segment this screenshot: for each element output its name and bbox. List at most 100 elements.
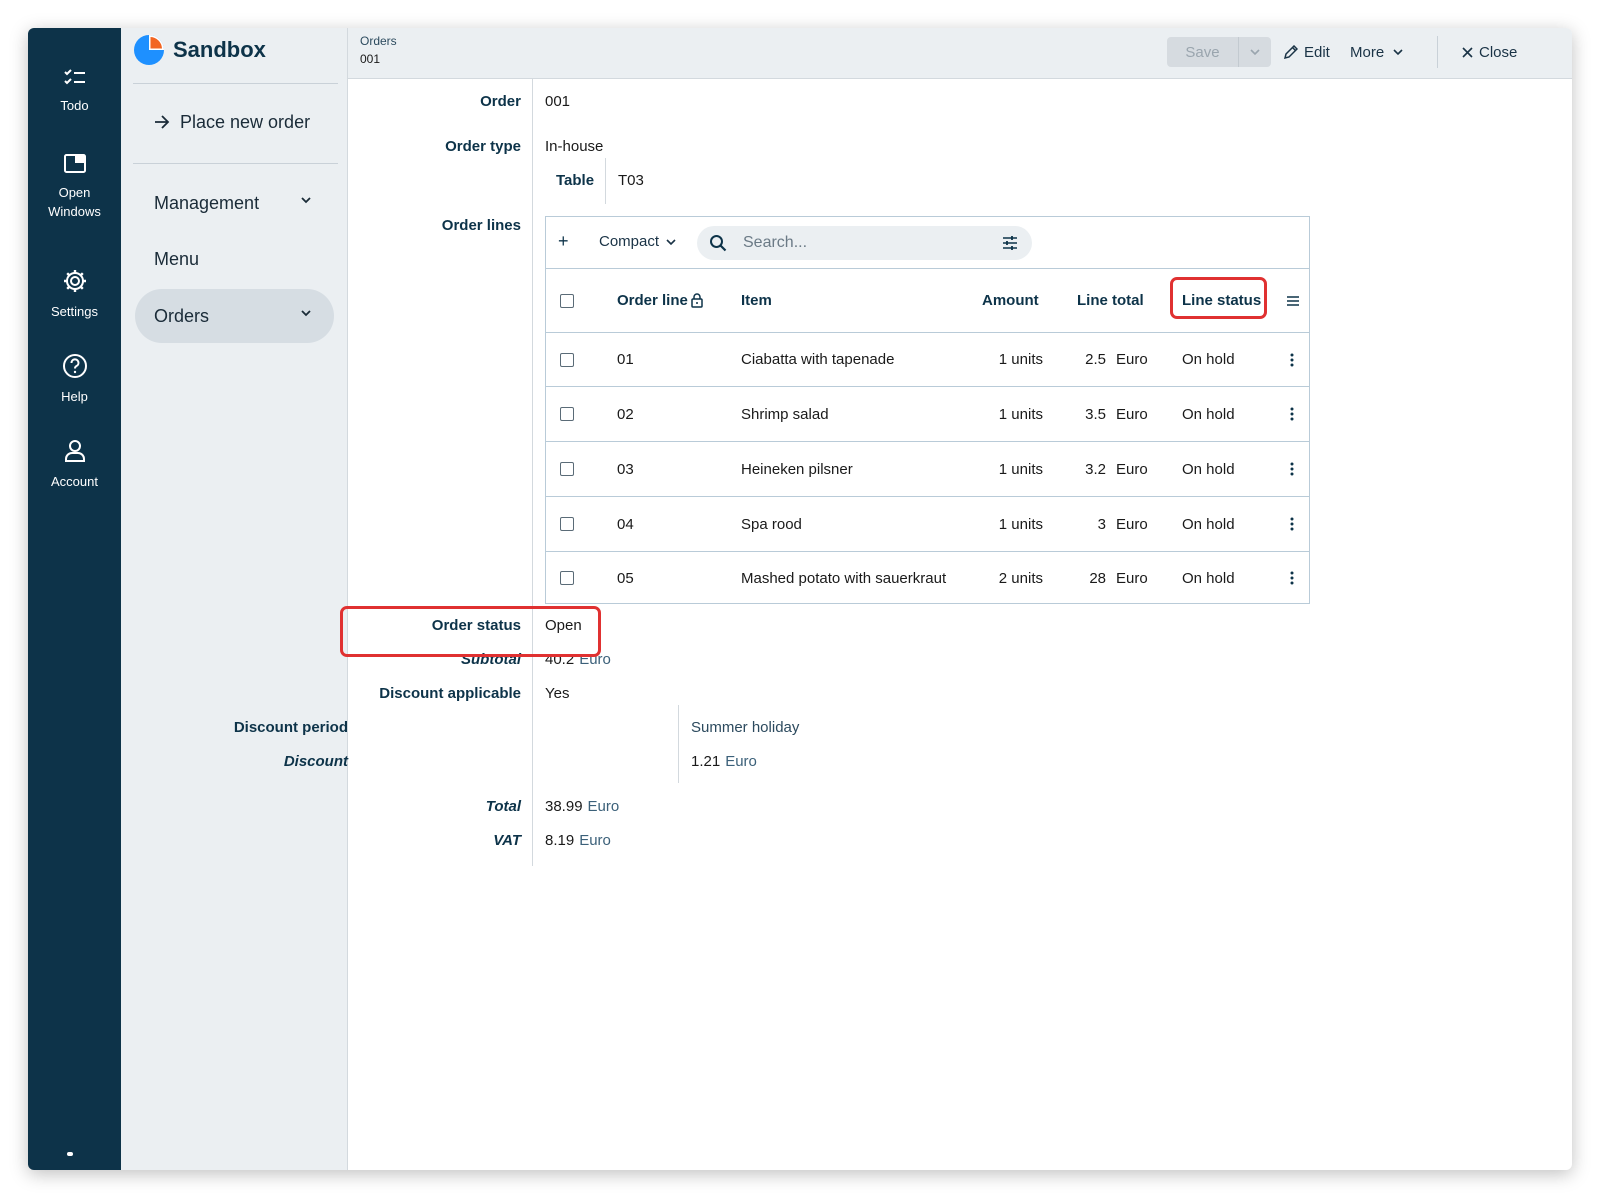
compact-dropdown[interactable]: Compact: [599, 233, 677, 250]
save-group: Save: [1167, 37, 1271, 67]
discount-field: 1.21 Euro: [691, 753, 757, 770]
hamburger-icon: [1287, 295, 1299, 306]
total-label: Total: [485, 798, 521, 815]
rail-label-settings: Settings: [51, 304, 98, 319]
close-button[interactable]: Close: [1462, 37, 1517, 67]
subtotal-field: 40.2 Euro: [545, 651, 611, 668]
row-checkbox[interactable]: [560, 571, 574, 585]
lock-icon: [691, 293, 703, 308]
nav-divider: [133, 83, 338, 84]
row-checkbox[interactable]: [560, 407, 574, 421]
sub-divider: [678, 705, 679, 783]
order-label: Order: [480, 93, 521, 110]
kebab-icon: [1290, 517, 1294, 531]
row-unit: Euro: [1116, 460, 1148, 478]
checklist-icon: [63, 69, 85, 85]
nav-item-management[interactable]: Management: [135, 176, 334, 230]
search-icon: [710, 235, 727, 252]
brand[interactable]: Sandbox: [133, 34, 266, 66]
kebab-icon: [1290, 407, 1294, 421]
table-row[interactable]: 05 Mashed potato with sauerkraut 2 units…: [546, 552, 1309, 604]
nav-item-orders[interactable]: Orders: [135, 289, 334, 343]
table-row[interactable]: 02 Shrimp salad 1 units 3.5 Euro On hold: [546, 387, 1309, 442]
order-type-label: Order type: [445, 138, 521, 155]
rail-item-settings[interactable]: Settings: [28, 268, 121, 321]
edit-button[interactable]: Edit: [1283, 37, 1330, 67]
column-menu[interactable]: [1286, 269, 1300, 332]
more-label: More: [1350, 43, 1385, 61]
subtotal-label: Subtotal: [461, 651, 521, 668]
order-lines-label: Order lines: [441, 217, 521, 234]
row-menu[interactable]: [1290, 552, 1294, 604]
table-label: Table: [556, 172, 595, 189]
nav-item-menu[interactable]: Menu: [135, 232, 334, 286]
logo-icon: [134, 35, 164, 65]
order-status-label: Order status: [431, 617, 521, 634]
row-status: On hold: [1182, 515, 1235, 533]
vat-field: 8.19 Euro: [545, 832, 611, 849]
rail-label-help: Help: [61, 389, 88, 404]
chevron-down-icon: [301, 310, 311, 317]
row-menu[interactable]: [1290, 442, 1294, 496]
rail-item-todo[interactable]: Todo: [28, 68, 121, 115]
row-status: On hold: [1182, 460, 1235, 478]
row-total: 3: [1097, 515, 1106, 533]
rail-item-account[interactable]: Account: [28, 438, 121, 491]
table-row[interactable]: 03 Heineken pilsner 1 units 3.2 Euro On …: [546, 442, 1309, 497]
discount-applicable-label: Discount applicable: [379, 685, 521, 702]
order-lines-grid: + Compact Order line Item Amoun: [545, 216, 1310, 604]
row-item: Spa rood: [741, 515, 802, 533]
help-icon: [62, 354, 87, 378]
more-button[interactable]: More: [1350, 37, 1410, 67]
rail-item-open-windows[interactable]: Open Windows: [28, 153, 121, 221]
toolbar-separator: [1437, 36, 1438, 68]
table-row[interactable]: 01 Ciabatta with tapenade 1 units 2.5 Eu…: [546, 333, 1309, 387]
add-line-button[interactable]: +: [558, 231, 569, 252]
search-input[interactable]: [743, 233, 983, 253]
brand-name: Sandbox: [173, 37, 266, 62]
nav-label-orders: Orders: [154, 305, 210, 326]
table-header: Order line Item Amount Line total Line s…: [546, 269, 1309, 333]
row-status: On hold: [1182, 351, 1235, 368]
total-field: 38.99 Euro: [545, 798, 619, 815]
discount-label: Discount: [283, 753, 348, 770]
user-icon: [64, 440, 85, 462]
subtotal-value: 40.2: [545, 651, 575, 668]
row-menu[interactable]: [1290, 333, 1294, 386]
filter-sliders-icon[interactable]: [1002, 235, 1018, 251]
discount-applicable-value: Yes: [545, 685, 570, 702]
column-item[interactable]: Item: [741, 269, 772, 332]
column-amount[interactable]: Amount: [982, 269, 1039, 332]
row-menu[interactable]: [1290, 387, 1294, 441]
row-checkbox[interactable]: [560, 352, 574, 367]
vat-unit: Euro: [579, 832, 611, 849]
sub-divider: [605, 158, 606, 204]
rail-label-account: Account: [51, 474, 98, 489]
column-line-status[interactable]: Line status: [1182, 269, 1261, 332]
select-all-checkbox[interactable]: [560, 293, 574, 308]
pencil-icon: [1283, 44, 1298, 59]
rail-item-help[interactable]: Help: [28, 353, 121, 406]
table-row[interactable]: 04 Spa rood 1 units 3 Euro On hold: [546, 497, 1309, 552]
place-new-order-button[interactable]: Place new order: [135, 95, 334, 149]
row-item: Ciabatta with tapenade: [741, 351, 895, 368]
row-amount: 1 units: [998, 351, 1043, 368]
save-button[interactable]: Save: [1167, 37, 1239, 67]
row-checkbox[interactable]: [560, 517, 574, 531]
row-status: On hold: [1182, 405, 1235, 423]
row-menu[interactable]: [1290, 497, 1294, 551]
total-value: 38.99: [545, 798, 583, 815]
form-divider: [532, 79, 533, 866]
chevron-down-icon: [666, 238, 676, 245]
nav-label-menu: Menu: [154, 248, 200, 269]
compact-label: Compact: [599, 233, 660, 250]
row-item: Mashed potato with sauerkraut: [741, 569, 947, 587]
total-unit: Euro: [587, 798, 620, 815]
save-dropdown-button[interactable]: [1239, 37, 1271, 67]
column-order-line[interactable]: Order line: [617, 269, 703, 332]
gear-icon: [63, 270, 86, 292]
row-checkbox[interactable]: [560, 462, 574, 476]
close-icon: [1462, 46, 1473, 58]
column-line-total[interactable]: Line total: [1077, 269, 1144, 332]
row-unit: Euro: [1116, 405, 1148, 423]
